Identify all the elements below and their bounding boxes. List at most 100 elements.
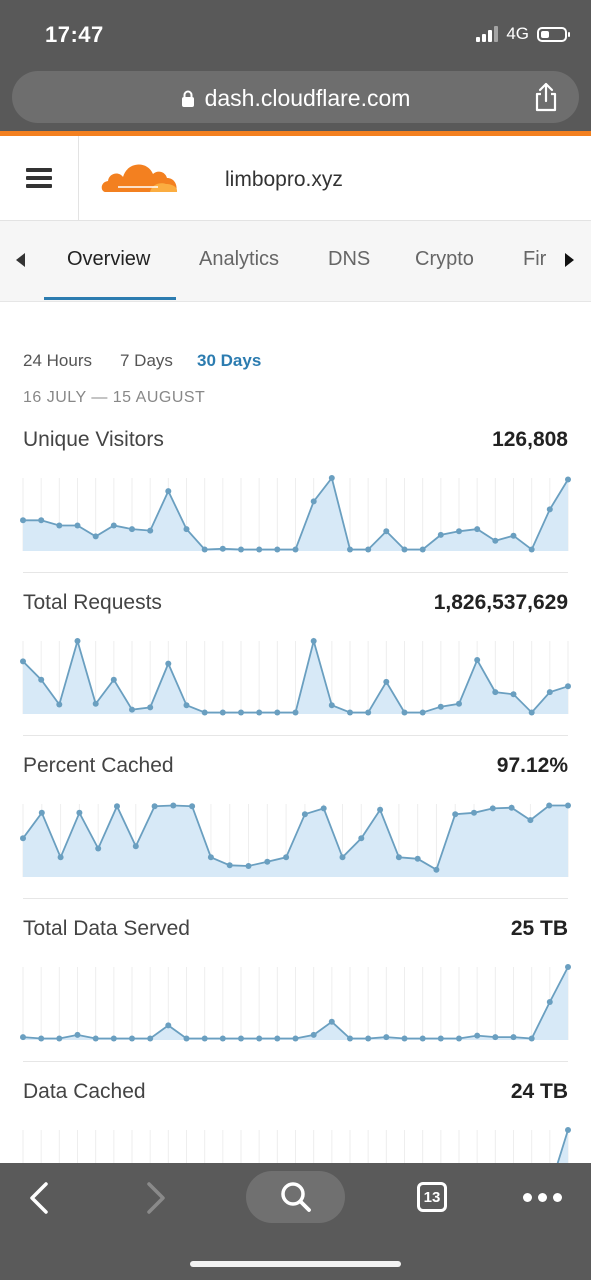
data-point[interactable] bbox=[110, 676, 117, 683]
url-bar[interactable]: dash.cloudflare.com bbox=[12, 71, 579, 123]
data-point[interactable] bbox=[207, 854, 214, 861]
data-point[interactable] bbox=[76, 809, 83, 816]
data-point[interactable] bbox=[245, 863, 252, 869]
back-button[interactable] bbox=[26, 1181, 52, 1215]
data-point[interactable] bbox=[201, 709, 208, 716]
data-point[interactable] bbox=[57, 854, 64, 861]
data-point[interactable] bbox=[165, 488, 172, 495]
menu-button[interactable] bbox=[0, 136, 79, 220]
data-point[interactable] bbox=[274, 709, 281, 716]
data-point[interactable] bbox=[219, 709, 226, 716]
data-point[interactable] bbox=[320, 805, 327, 812]
data-point[interactable] bbox=[456, 528, 462, 535]
data-point[interactable] bbox=[383, 678, 390, 685]
data-point[interactable] bbox=[528, 709, 535, 716]
data-point[interactable] bbox=[165, 1022, 172, 1029]
data-point[interactable] bbox=[383, 528, 390, 535]
data-point[interactable] bbox=[56, 701, 63, 708]
data-point[interactable] bbox=[433, 866, 440, 873]
data-point[interactable] bbox=[151, 803, 158, 810]
data-point[interactable] bbox=[310, 1031, 317, 1038]
data-point[interactable] bbox=[283, 854, 290, 861]
data-point[interactable] bbox=[510, 691, 517, 698]
data-point[interactable] bbox=[20, 517, 26, 524]
data-point[interactable] bbox=[492, 537, 499, 544]
data-point[interactable] bbox=[114, 803, 120, 810]
data-point[interactable] bbox=[358, 835, 365, 842]
data-point[interactable] bbox=[292, 546, 299, 553]
data-point[interactable] bbox=[474, 1032, 481, 1039]
data-point[interactable] bbox=[474, 657, 481, 663]
data-point[interactable] bbox=[110, 1035, 117, 1042]
data-point[interactable] bbox=[452, 811, 459, 818]
data-point[interactable] bbox=[437, 703, 444, 710]
more-icon[interactable] bbox=[523, 1193, 562, 1202]
data-point[interactable] bbox=[183, 702, 190, 709]
share-icon[interactable] bbox=[533, 82, 559, 112]
data-point[interactable] bbox=[565, 964, 571, 970]
data-point[interactable] bbox=[219, 545, 226, 552]
data-point[interactable] bbox=[292, 1035, 299, 1042]
data-point[interactable] bbox=[92, 533, 99, 540]
data-point[interactable] bbox=[546, 506, 553, 513]
data-point[interactable] bbox=[339, 854, 346, 861]
data-point[interactable] bbox=[95, 845, 102, 852]
data-point[interactable] bbox=[274, 546, 281, 553]
data-point[interactable] bbox=[110, 522, 117, 529]
data-point[interactable] bbox=[456, 700, 462, 707]
data-point[interactable] bbox=[20, 1034, 26, 1041]
scroll-right-icon[interactable] bbox=[565, 253, 574, 267]
range-24-hours[interactable]: 24 Hours bbox=[23, 351, 92, 371]
data-point[interactable] bbox=[264, 858, 271, 865]
data-point[interactable] bbox=[419, 1035, 426, 1042]
data-point[interactable] bbox=[129, 706, 135, 713]
data-point[interactable] bbox=[226, 862, 233, 869]
data-point[interactable] bbox=[546, 999, 553, 1005]
data-point[interactable] bbox=[510, 532, 517, 539]
data-point[interactable] bbox=[328, 1018, 335, 1025]
data-point[interactable] bbox=[170, 802, 177, 809]
data-point[interactable] bbox=[74, 522, 81, 529]
data-point[interactable] bbox=[377, 806, 384, 813]
data-point[interactable] bbox=[510, 1034, 517, 1041]
data-point[interactable] bbox=[256, 709, 263, 716]
scroll-left-icon[interactable] bbox=[16, 253, 25, 267]
data-point[interactable] bbox=[414, 855, 421, 862]
data-point[interactable] bbox=[183, 1035, 190, 1042]
data-point[interactable] bbox=[201, 546, 208, 553]
data-point[interactable] bbox=[92, 700, 99, 707]
data-point[interactable] bbox=[147, 1035, 154, 1042]
data-point[interactable] bbox=[401, 546, 408, 553]
data-point[interactable] bbox=[528, 1035, 535, 1042]
data-point[interactable] bbox=[347, 1035, 353, 1042]
site-domain[interactable]: limbopro.xyz bbox=[225, 168, 343, 192]
data-point[interactable] bbox=[219, 1035, 226, 1042]
data-point[interactable] bbox=[365, 1035, 372, 1042]
data-point[interactable] bbox=[238, 1035, 244, 1042]
data-point[interactable] bbox=[129, 526, 135, 533]
data-point[interactable] bbox=[546, 802, 553, 809]
data-point[interactable] bbox=[56, 1035, 63, 1042]
data-point[interactable] bbox=[38, 676, 45, 683]
data-point[interactable] bbox=[292, 709, 299, 716]
data-point[interactable] bbox=[74, 638, 81, 644]
data-point[interactable] bbox=[456, 1035, 462, 1042]
data-point[interactable] bbox=[565, 1127, 571, 1133]
data-point[interactable] bbox=[92, 1035, 99, 1042]
data-point[interactable] bbox=[527, 817, 534, 824]
tab-dns[interactable]: DNS bbox=[328, 248, 370, 271]
data-point[interactable] bbox=[147, 527, 154, 534]
tab-overview[interactable]: Overview bbox=[67, 248, 150, 271]
range-30-days[interactable]: 30 Days bbox=[197, 351, 261, 371]
search-button[interactable] bbox=[246, 1171, 345, 1223]
data-point[interactable] bbox=[419, 709, 426, 716]
tabs-button[interactable]: 13 bbox=[417, 1182, 447, 1212]
data-point[interactable] bbox=[419, 546, 426, 553]
data-point[interactable] bbox=[38, 1035, 45, 1042]
data-point[interactable] bbox=[365, 709, 372, 716]
data-point[interactable] bbox=[565, 683, 571, 690]
data-point[interactable] bbox=[183, 526, 190, 533]
data-point[interactable] bbox=[20, 658, 26, 665]
tab-crypto[interactable]: Crypto bbox=[415, 248, 474, 271]
data-point[interactable] bbox=[74, 1031, 81, 1038]
